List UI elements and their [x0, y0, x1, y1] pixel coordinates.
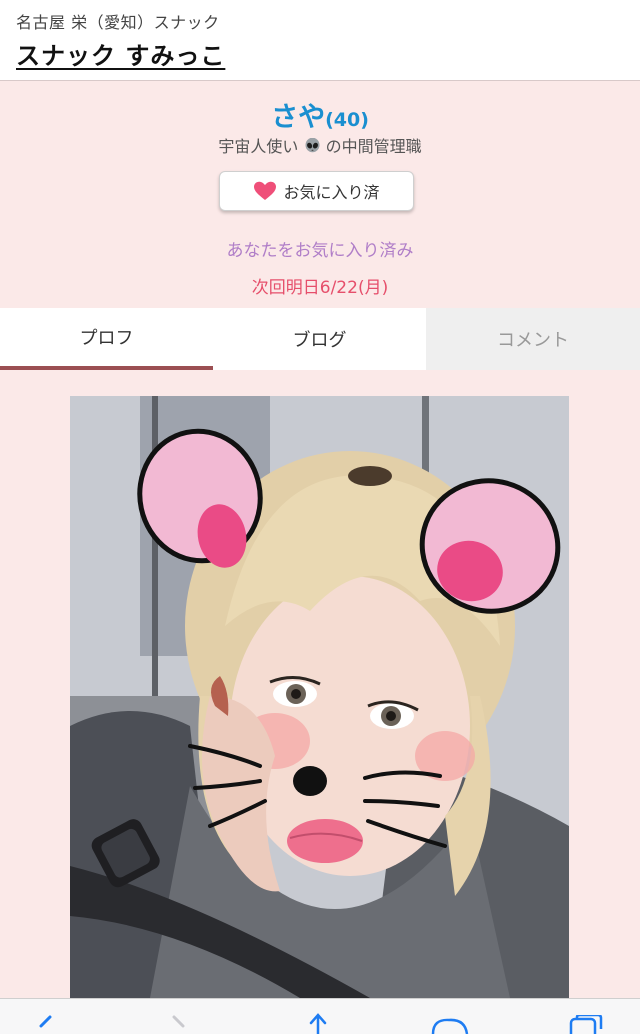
bookmarks-icon[interactable] [431, 1015, 469, 1034]
tab-profile[interactable]: プロフ [0, 308, 213, 370]
profile-photo [70, 396, 569, 998]
tagline-text-start: 宇宙人使い [218, 137, 299, 156]
profile-content [0, 370, 640, 998]
tab-comment[interactable]: コメント [426, 308, 640, 370]
back-icon[interactable] [33, 1015, 57, 1034]
next-visit-text: 次回明日6/22(月) [251, 278, 389, 298]
tabs-icon[interactable] [569, 1015, 605, 1034]
profile-section: さや(40) 宇宙人使い の中間管理職 お気に入り済 あなたをお気に入り済み 次… [0, 81, 640, 308]
favorite-button[interactable]: お気に入り済 [219, 171, 414, 211]
cast-tagline: 宇宙人使い の中間管理職 [0, 133, 640, 157]
shop-name-link[interactable]: スナック すみっこ [16, 36, 225, 71]
alien-emoji-icon [305, 138, 319, 153]
site-header: 名古屋 栄（愛知）スナック スナック すみっこ [0, 0, 640, 81]
tagline-text-end: の中間管理職 [325, 137, 422, 156]
cast-name: さや [271, 102, 326, 133]
cast-age: (40) [325, 109, 369, 131]
breadcrumb[interactable]: 名古屋 栄（愛知）スナック [16, 9, 220, 33]
tab-blog[interactable]: ブログ [213, 308, 426, 370]
share-icon[interactable] [305, 1013, 331, 1034]
cast-name-line: さや(40) [0, 95, 640, 134]
favorite-status-text: あなたをお気に入り済み [226, 241, 414, 261]
profile-tabs: プロフ ブログ コメント [0, 308, 640, 370]
forward-icon[interactable] [167, 1015, 191, 1034]
browser-toolbar [0, 998, 640, 1034]
heart-icon [254, 181, 277, 200]
favorite-button-label: お気に入り済 [283, 183, 380, 202]
